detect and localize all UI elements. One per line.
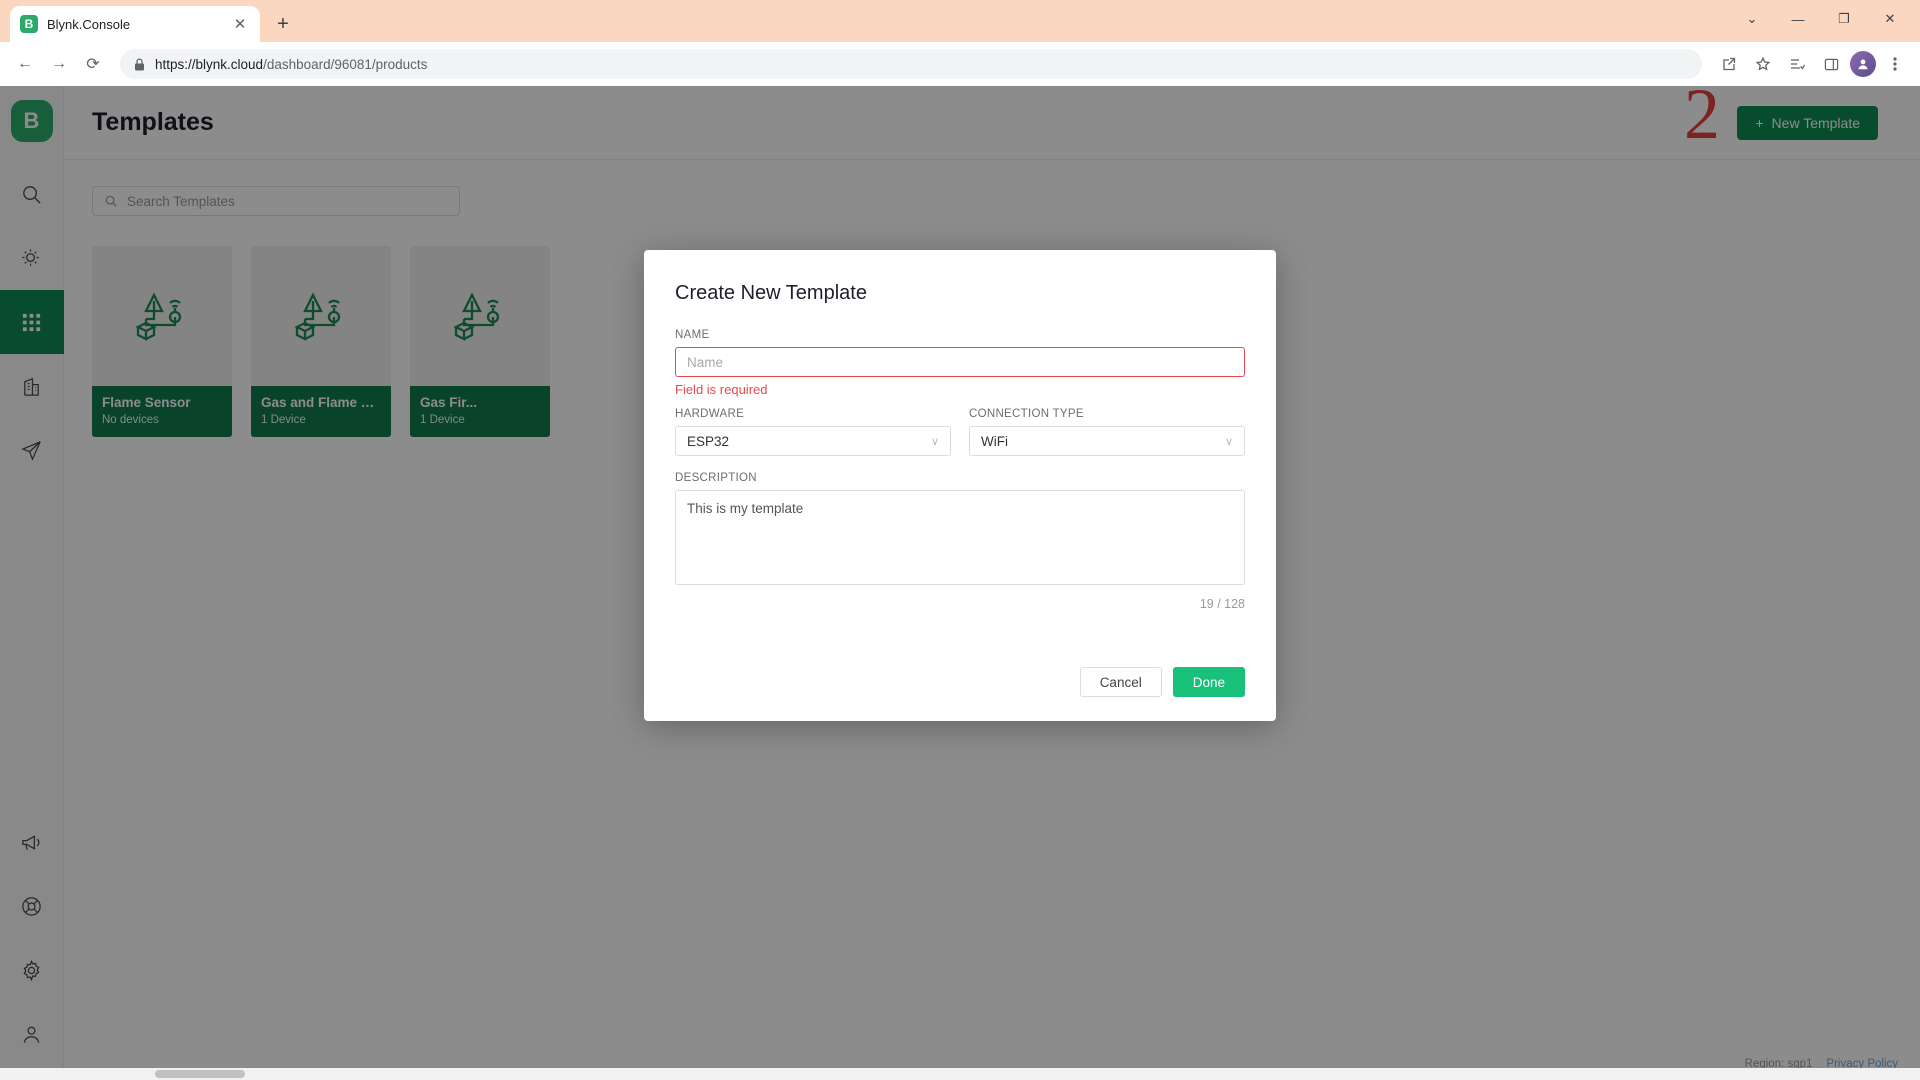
maximize-button[interactable]: ❐ — [1822, 4, 1866, 34]
hardware-connection-row: HARDWARE ESP32 ∨ CONNECTION TYPE WiFi ∨ — [675, 408, 1245, 456]
dialog-footer: Cancel Done — [644, 641, 1276, 721]
scrollbar-thumb[interactable] — [155, 1070, 245, 1078]
forward-icon[interactable]: → — [44, 49, 74, 79]
horizontal-scrollbar[interactable] — [0, 1068, 1920, 1080]
browser-tab[interactable]: B Blynk.Console ✕ — [10, 6, 260, 42]
tab-strip: B Blynk.Console ✕ + ⌄ — ❐ ✕ — [0, 0, 1920, 42]
hardware-select[interactable]: ESP32 ∨ — [675, 426, 951, 456]
hardware-value: ESP32 — [687, 434, 729, 449]
connection-value: WiFi — [981, 434, 1008, 449]
browser-window: B Blynk.Console ✕ + ⌄ — ❐ ✕ ← → ⟳ https:… — [0, 0, 1920, 1080]
profile-avatar[interactable] — [1850, 51, 1876, 77]
close-window-button[interactable]: ✕ — [1868, 4, 1912, 34]
connection-type-select[interactable]: WiFi ∨ — [969, 426, 1245, 456]
minimize-button[interactable]: — — [1776, 4, 1820, 34]
browser-toolbar: ← → ⟳ https://blynk.cloud/dashboard/9608… — [0, 42, 1920, 86]
extensions-icon[interactable] — [1782, 49, 1812, 79]
hardware-field-group: HARDWARE ESP32 ∨ — [675, 408, 951, 456]
new-tab-button[interactable]: + — [268, 9, 298, 39]
reload-icon[interactable]: ⟳ — [78, 49, 108, 79]
hardware-label: HARDWARE — [675, 408, 951, 420]
name-input[interactable] — [675, 347, 1245, 377]
cancel-button[interactable]: Cancel — [1080, 667, 1162, 697]
lock-icon — [134, 58, 145, 71]
connection-label: CONNECTION TYPE — [969, 408, 1245, 420]
bookmark-star-icon[interactable] — [1748, 49, 1778, 79]
done-button[interactable]: Done — [1173, 667, 1245, 697]
dialog-body: Create New Template NAME Field is requir… — [644, 250, 1276, 611]
name-label: NAME — [675, 329, 1245, 341]
window-controls: ⌄ — ❐ ✕ — [1730, 4, 1912, 34]
tab-favicon: B — [20, 15, 38, 33]
name-field-group: NAME Field is required — [675, 329, 1245, 397]
address-bar[interactable]: https://blynk.cloud/dashboard/96081/prod… — [120, 49, 1702, 79]
description-textarea[interactable] — [675, 490, 1245, 585]
description-field-group: DESCRIPTION 19 / 128 — [675, 472, 1245, 611]
name-error-message: Field is required — [675, 382, 1245, 397]
sidepanel-icon[interactable] — [1816, 49, 1846, 79]
character-counter: 19 / 128 — [675, 597, 1245, 611]
menu-kebab-icon[interactable] — [1880, 49, 1910, 79]
url-text: https://blynk.cloud/dashboard/96081/prod… — [155, 57, 427, 72]
close-icon[interactable]: ✕ — [230, 14, 250, 34]
description-label: DESCRIPTION — [675, 472, 1245, 484]
chevron-down-icon[interactable]: ⌄ — [1730, 4, 1774, 34]
create-template-dialog: Create New Template NAME Field is requir… — [644, 250, 1276, 721]
connection-field-group: CONNECTION TYPE WiFi ∨ — [969, 408, 1245, 456]
chevron-down-icon: ∨ — [1225, 435, 1233, 448]
back-icon[interactable]: ← — [10, 49, 40, 79]
modal-overlay: Create New Template NAME Field is requir… — [0, 86, 1920, 1080]
chevron-down-icon: ∨ — [931, 435, 939, 448]
tab-title: Blynk.Console — [47, 17, 221, 32]
dialog-title: Create New Template — [675, 282, 1245, 305]
page-viewport: B — [0, 86, 1920, 1080]
